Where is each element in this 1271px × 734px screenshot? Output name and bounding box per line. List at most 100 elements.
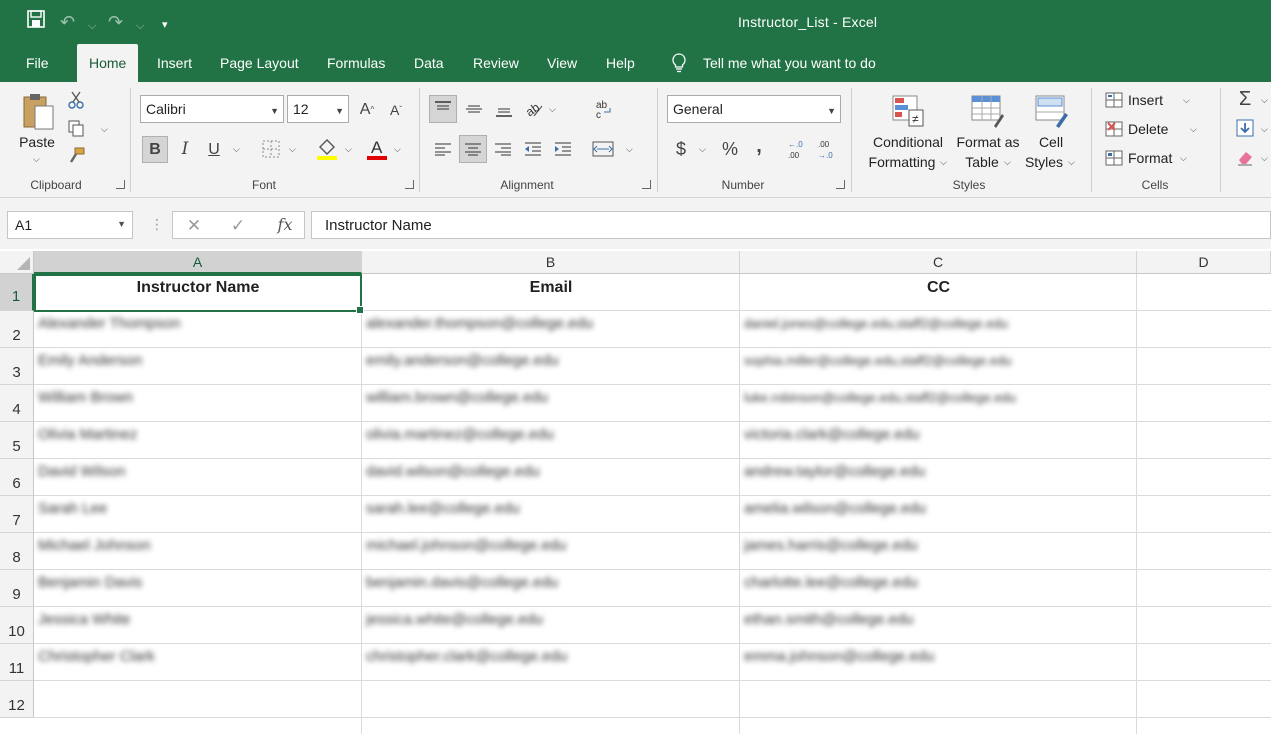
row-header[interactable]: 8 [0,533,34,570]
cancel-icon[interactable]: ✕ [185,216,203,234]
align-center-icon[interactable] [459,135,487,163]
format-cells-dropdown-icon[interactable]: ⌵ [1180,153,1187,164]
undo-icon[interactable]: ↶ [60,10,75,34]
decrease-font-size-icon[interactable]: Aˇ [386,100,406,120]
font-color-icon[interactable]: A [365,136,389,162]
row-header[interactable]: 6 [0,459,34,496]
table-cell[interactable]: David Wilson [38,463,346,481]
top-align-icon[interactable] [429,95,457,123]
save-icon[interactable] [26,9,46,35]
format-cells-icon[interactable] [1104,148,1124,168]
redo-dropdown-icon[interactable]: ⌵ [136,14,144,38]
number-launcher-icon[interactable] [836,180,845,189]
font-name-select[interactable]: Calibri ▼ [140,95,284,123]
tab-home[interactable]: Home [77,44,139,82]
format-cells-label[interactable]: Format [1128,149,1172,167]
cell-styles-icon[interactable] [1032,92,1072,130]
customize-qat-icon[interactable]: ▾ [162,13,168,37]
font-size-select[interactable]: 12 ▼ [287,95,349,123]
percent-button[interactable]: % [718,137,742,161]
increase-indent-icon[interactable] [551,135,575,163]
wrap-text-icon[interactable]: ab c [592,95,616,123]
bottom-align-icon[interactable] [491,95,517,123]
decrease-decimal-icon[interactable]: .00 →.0 [816,137,840,161]
table-cell[interactable]: Christopher Clark [38,648,346,666]
formula-input[interactable]: Instructor Name [311,211,1271,239]
table-cell[interactable]: christopher.clark@college.edu [366,648,724,666]
cell-styles-dropdown-icon[interactable]: ⌵ [1068,157,1075,168]
decrease-indent-icon[interactable] [521,135,545,163]
row-header[interactable]: 4 [0,385,34,422]
borders-dropdown-icon[interactable]: ⌵ [289,144,296,155]
table-cell[interactable]: Benjamin Davis [38,574,346,592]
insert-function-icon[interactable]: fx [274,215,296,235]
table-cell[interactable]: Alexander Thompson [38,315,346,333]
select-all-button[interactable] [0,251,34,274]
table-cell[interactable]: Jessica White [38,611,346,629]
increase-font-size-icon[interactable]: A ^ [357,100,377,120]
table-cell[interactable]: emma.johnson@college.edu [744,648,1121,666]
tab-formulas[interactable]: Formulas [327,55,385,71]
font-color-dropdown-icon[interactable]: ⌵ [394,144,401,155]
table-cell[interactable]: charlotte.lee@college.edu [744,574,1121,592]
conditional-formatting-icon[interactable]: ≠ [889,92,927,130]
orientation-dropdown-icon[interactable]: ⌵ [549,104,556,115]
clipboard-launcher-icon[interactable] [116,180,125,189]
format-as-table-label[interactable]: Format as [950,133,1026,151]
cut-icon[interactable] [66,90,86,110]
autosum-icon[interactable]: Σ [1236,88,1254,110]
format-painter-icon[interactable] [66,146,86,166]
table-cell[interactable]: benjamin.davis@college.edu [366,574,724,592]
insert-cells-label[interactable]: Insert [1128,91,1163,109]
borders-icon[interactable] [260,138,282,160]
delete-cells-icon[interactable] [1104,119,1124,139]
increase-decimal-icon[interactable]: ←.0.00 [786,137,810,161]
italic-button[interactable]: I [174,136,196,163]
enter-icon[interactable]: ✓ [229,216,247,234]
tab-review[interactable]: Review [473,55,519,71]
column-header-a[interactable]: A [34,251,362,274]
fill-down-icon[interactable] [1236,119,1254,137]
table-cell[interactable]: Emily Anderson [38,352,346,370]
clear-icon[interactable] [1236,148,1254,166]
middle-align-icon[interactable] [461,95,487,123]
row-header[interactable]: 3 [0,348,34,385]
paste-label[interactable]: Paste [14,133,60,151]
row-header[interactable]: 12 [0,681,34,718]
comma-button[interactable]: , [750,134,768,158]
insert-cells-dropdown-icon[interactable]: ⌵ [1183,95,1190,106]
orientation-icon[interactable]: ab [522,95,546,123]
copy-icon[interactable] [66,118,86,138]
drag-handle-icon[interactable]: ⋮ [150,216,164,233]
font-launcher-icon[interactable] [405,180,414,189]
delete-cells-label[interactable]: Delete [1128,120,1168,138]
selected-cell[interactable] [34,274,364,314]
merge-center-icon[interactable] [590,135,616,163]
tab-insert[interactable]: Insert [157,55,192,71]
cell-styles-label-2[interactable]: Styles [1022,153,1066,171]
column-header-b[interactable]: B [362,251,740,274]
bold-button[interactable]: B [142,136,168,163]
row-header[interactable]: 9 [0,570,34,607]
fill-color-dropdown-icon[interactable]: ⌵ [345,144,352,155]
table-cell[interactable]: luke.robinson@college.edu,staff2@college… [744,389,1121,407]
table-cell[interactable]: victoria.clark@college.edu [744,426,1121,444]
table-cell[interactable]: james.harris@college.edu [744,537,1121,555]
table-cell[interactable]: William Brown [38,389,346,407]
table-cell[interactable]: alexander.thompson@college.edu [366,315,724,333]
cell-styles-label[interactable]: Cell [1032,133,1070,151]
table-cell[interactable]: emily.anderson@college.edu [366,352,724,370]
fill-dropdown-icon[interactable]: ⌵ [1261,124,1268,135]
conditional-formatting-label[interactable]: Conditional [862,133,954,151]
merge-dropdown-icon[interactable]: ⌵ [626,144,633,155]
align-right-icon[interactable] [491,135,515,163]
format-as-table-dropdown-icon[interactable]: ⌵ [1004,157,1011,168]
conditional-formatting-label-2[interactable]: Formatting [856,153,948,171]
row-header[interactable]: 1 [0,274,34,311]
tab-data[interactable]: Data [414,55,444,71]
format-as-table-icon[interactable] [968,92,1008,130]
fill-color-icon[interactable] [315,136,339,162]
table-cell[interactable]: Sarah Lee [38,500,346,518]
column-header-d[interactable]: D [1137,251,1271,274]
underline-dropdown-icon[interactable]: ⌵ [233,144,240,155]
